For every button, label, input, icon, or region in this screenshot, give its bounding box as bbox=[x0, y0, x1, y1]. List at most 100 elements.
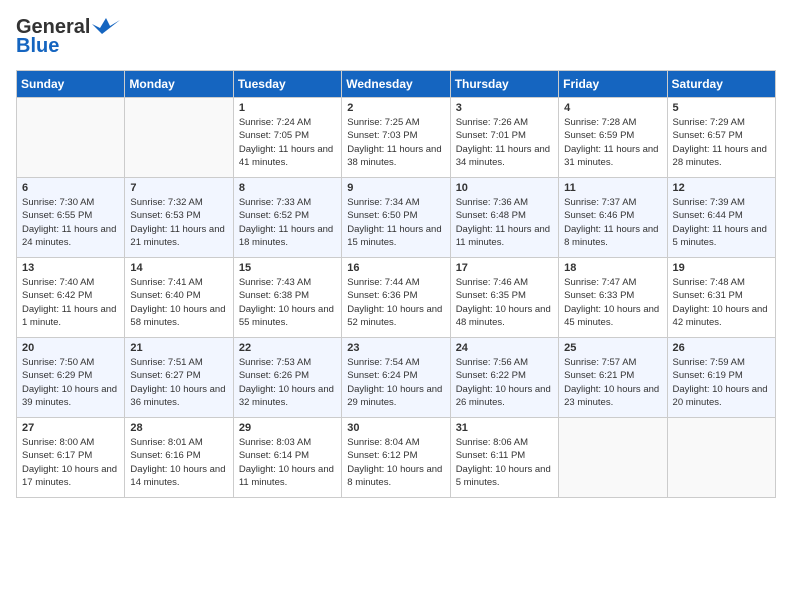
calendar-day-cell bbox=[559, 418, 667, 498]
day-number: 23 bbox=[347, 342, 444, 354]
calendar-day-cell: 12 Sunrise: 7:39 AMSunset: 6:44 PMDayligh… bbox=[667, 178, 775, 258]
day-number: 9 bbox=[347, 182, 444, 194]
day-of-week-header: Tuesday bbox=[233, 71, 341, 98]
day-info: Sunrise: 7:41 AMSunset: 6:40 PMDaylight:… bbox=[130, 276, 227, 329]
calendar-day-cell: 2 Sunrise: 7:25 AMSunset: 7:03 PMDaylight… bbox=[342, 98, 450, 178]
calendar-day-cell: 14 Sunrise: 7:41 AMSunset: 6:40 PMDayligh… bbox=[125, 258, 233, 338]
day-of-week-header: Monday bbox=[125, 71, 233, 98]
calendar-week-row: 6 Sunrise: 7:30 AMSunset: 6:55 PMDaylight… bbox=[17, 178, 776, 258]
day-number: 10 bbox=[456, 182, 553, 194]
day-number: 11 bbox=[564, 182, 661, 194]
calendar-week-row: 13Sunrise: 7:40 AMSunset: 6:42 PMDayligh… bbox=[17, 258, 776, 338]
day-number: 22 bbox=[239, 342, 336, 354]
day-number: 14 bbox=[130, 262, 227, 274]
calendar-day-cell: 10 Sunrise: 7:36 AMSunset: 6:48 PMDayligh… bbox=[450, 178, 558, 258]
calendar-day-cell bbox=[17, 98, 125, 178]
calendar-day-cell: 25Sunrise: 7:57 AMSunset: 6:21 PMDayligh… bbox=[559, 338, 667, 418]
calendar-day-cell: 20Sunrise: 7:50 AMSunset: 6:29 PMDayligh… bbox=[17, 338, 125, 418]
day-number: 3 bbox=[456, 102, 553, 114]
day-number: 16 bbox=[347, 262, 444, 274]
day-number: 4 bbox=[564, 102, 661, 114]
calendar-day-cell: 26 Sunrise: 7:59 AMSunset: 6:19 PMDayligh… bbox=[667, 338, 775, 418]
day-info: Sunrise: 7:48 AMSunset: 6:31 PMDaylight:… bbox=[673, 276, 770, 329]
day-of-week-header: Sunday bbox=[17, 71, 125, 98]
day-of-week-header: Friday bbox=[559, 71, 667, 98]
day-info: Sunrise: 7:26 AMSunset: 7:01 PMDaylight:… bbox=[456, 116, 553, 169]
day-info: Sunrise: 7:39 AMSunset: 6:44 PMDaylight:… bbox=[673, 196, 770, 249]
day-info: Sunrise: 8:06 AMSunset: 6:11 PMDaylight:… bbox=[456, 436, 553, 489]
day-number: 28 bbox=[130, 422, 227, 434]
day-info: Sunrise: 8:04 AMSunset: 6:12 PMDaylight:… bbox=[347, 436, 444, 489]
day-info: Sunrise: 7:43 AMSunset: 6:38 PMDaylight:… bbox=[239, 276, 336, 329]
day-number: 12 bbox=[673, 182, 770, 194]
day-info: Sunrise: 7:46 AMSunset: 6:35 PMDaylight:… bbox=[456, 276, 553, 329]
calendar-day-cell: 22 Sunrise: 7:53 AMSunset: 6:26 PMDayligh… bbox=[233, 338, 341, 418]
calendar-day-cell: 23 Sunrise: 7:54 AMSunset: 6:24 PMDayligh… bbox=[342, 338, 450, 418]
day-info: Sunrise: 7:34 AMSunset: 6:50 PMDaylight:… bbox=[347, 196, 444, 249]
day-info: Sunrise: 7:37 AMSunset: 6:46 PMDaylight:… bbox=[564, 196, 661, 249]
calendar-day-cell: 27 Sunrise: 8:00 AMSunset: 6:17 PMDayligh… bbox=[17, 418, 125, 498]
day-info: Sunrise: 7:47 AMSunset: 6:33 PMDaylight:… bbox=[564, 276, 661, 329]
calendar-day-cell bbox=[667, 418, 775, 498]
calendar-day-cell: 29 Sunrise: 8:03 AMSunset: 6:14 PMDayligh… bbox=[233, 418, 341, 498]
day-number: 2 bbox=[347, 102, 444, 114]
calendar-header-row: SundayMondayTuesdayWednesdayThursdayFrid… bbox=[17, 71, 776, 98]
calendar-day-cell: 5 Sunrise: 7:29 AMSunset: 6:57 PMDaylight… bbox=[667, 98, 775, 178]
calendar-day-cell: 8Sunrise: 7:33 AMSunset: 6:52 PMDaylight… bbox=[233, 178, 341, 258]
calendar-day-cell: 9 Sunrise: 7:34 AMSunset: 6:50 PMDaylight… bbox=[342, 178, 450, 258]
logo-bird-icon bbox=[92, 16, 120, 36]
calendar-day-cell: 13Sunrise: 7:40 AMSunset: 6:42 PMDayligh… bbox=[17, 258, 125, 338]
day-number: 5 bbox=[673, 102, 770, 114]
day-info: Sunrise: 7:56 AMSunset: 6:22 PMDaylight:… bbox=[456, 356, 553, 409]
day-number: 26 bbox=[673, 342, 770, 354]
calendar-day-cell: 21 Sunrise: 7:51 AMSunset: 6:27 PMDayligh… bbox=[125, 338, 233, 418]
logo: General Blue bbox=[16, 16, 120, 58]
day-number: 18 bbox=[564, 262, 661, 274]
day-info: Sunrise: 7:28 AMSunset: 6:59 PMDaylight:… bbox=[564, 116, 661, 169]
day-info: Sunrise: 7:51 AMSunset: 6:27 PMDaylight:… bbox=[130, 356, 227, 409]
day-info: Sunrise: 7:59 AMSunset: 6:19 PMDaylight:… bbox=[673, 356, 770, 409]
day-number: 19 bbox=[673, 262, 770, 274]
calendar-day-cell: 31 Sunrise: 8:06 AMSunset: 6:11 PMDayligh… bbox=[450, 418, 558, 498]
day-info: Sunrise: 8:01 AMSunset: 6:16 PMDaylight:… bbox=[130, 436, 227, 489]
day-of-week-header: Saturday bbox=[667, 71, 775, 98]
day-info: Sunrise: 7:24 AMSunset: 7:05 PMDaylight:… bbox=[239, 116, 336, 169]
day-number: 27 bbox=[22, 422, 119, 434]
day-number: 7 bbox=[130, 182, 227, 194]
calendar-day-cell: 24 Sunrise: 7:56 AMSunset: 6:22 PMDayligh… bbox=[450, 338, 558, 418]
calendar-day-cell: 1 Sunrise: 7:24 AMSunset: 7:05 PMDaylight… bbox=[233, 98, 341, 178]
day-info: Sunrise: 7:32 AMSunset: 6:53 PMDaylight:… bbox=[130, 196, 227, 249]
day-info: Sunrise: 7:33 AMSunset: 6:52 PMDaylight:… bbox=[239, 196, 336, 249]
day-info: Sunrise: 7:54 AMSunset: 6:24 PMDaylight:… bbox=[347, 356, 444, 409]
day-number: 17 bbox=[456, 262, 553, 274]
day-number: 13 bbox=[22, 262, 119, 274]
day-info: Sunrise: 7:25 AMSunset: 7:03 PMDaylight:… bbox=[347, 116, 444, 169]
calendar-day-cell: 4 Sunrise: 7:28 AMSunset: 6:59 PMDaylight… bbox=[559, 98, 667, 178]
calendar-day-cell: 7 Sunrise: 7:32 AMSunset: 6:53 PMDaylight… bbox=[125, 178, 233, 258]
calendar-day-cell: 6 Sunrise: 7:30 AMSunset: 6:55 PMDaylight… bbox=[17, 178, 125, 258]
day-number: 31 bbox=[456, 422, 553, 434]
day-info: Sunrise: 7:36 AMSunset: 6:48 PMDaylight:… bbox=[456, 196, 553, 249]
calendar-table: SundayMondayTuesdayWednesdayThursdayFrid… bbox=[16, 70, 776, 498]
day-info: Sunrise: 8:00 AMSunset: 6:17 PMDaylight:… bbox=[22, 436, 119, 489]
calendar-day-cell: 28 Sunrise: 8:01 AMSunset: 6:16 PMDayligh… bbox=[125, 418, 233, 498]
day-info: Sunrise: 7:30 AMSunset: 6:55 PMDaylight:… bbox=[22, 196, 119, 249]
day-number: 29 bbox=[239, 422, 336, 434]
day-number: 6 bbox=[22, 182, 119, 194]
calendar-day-cell: 3 Sunrise: 7:26 AMSunset: 7:01 PMDaylight… bbox=[450, 98, 558, 178]
calendar-week-row: 27 Sunrise: 8:00 AMSunset: 6:17 PMDayligh… bbox=[17, 418, 776, 498]
calendar-day-cell bbox=[125, 98, 233, 178]
calendar-week-row: 20Sunrise: 7:50 AMSunset: 6:29 PMDayligh… bbox=[17, 338, 776, 418]
calendar-day-cell: 11 Sunrise: 7:37 AMSunset: 6:46 PMDayligh… bbox=[559, 178, 667, 258]
calendar-day-cell: 30Sunrise: 8:04 AMSunset: 6:12 PMDayligh… bbox=[342, 418, 450, 498]
day-number: 1 bbox=[239, 102, 336, 114]
page-header: General Blue bbox=[16, 16, 776, 58]
day-info: Sunrise: 7:50 AMSunset: 6:29 PMDaylight:… bbox=[22, 356, 119, 409]
day-number: 25 bbox=[564, 342, 661, 354]
day-info: Sunrise: 8:03 AMSunset: 6:14 PMDaylight:… bbox=[239, 436, 336, 489]
day-number: 24 bbox=[456, 342, 553, 354]
day-info: Sunrise: 7:29 AMSunset: 6:57 PMDaylight:… bbox=[673, 116, 770, 169]
day-number: 21 bbox=[130, 342, 227, 354]
calendar-day-cell: 15Sunrise: 7:43 AMSunset: 6:38 PMDayligh… bbox=[233, 258, 341, 338]
day-info: Sunrise: 7:53 AMSunset: 6:26 PMDaylight:… bbox=[239, 356, 336, 409]
